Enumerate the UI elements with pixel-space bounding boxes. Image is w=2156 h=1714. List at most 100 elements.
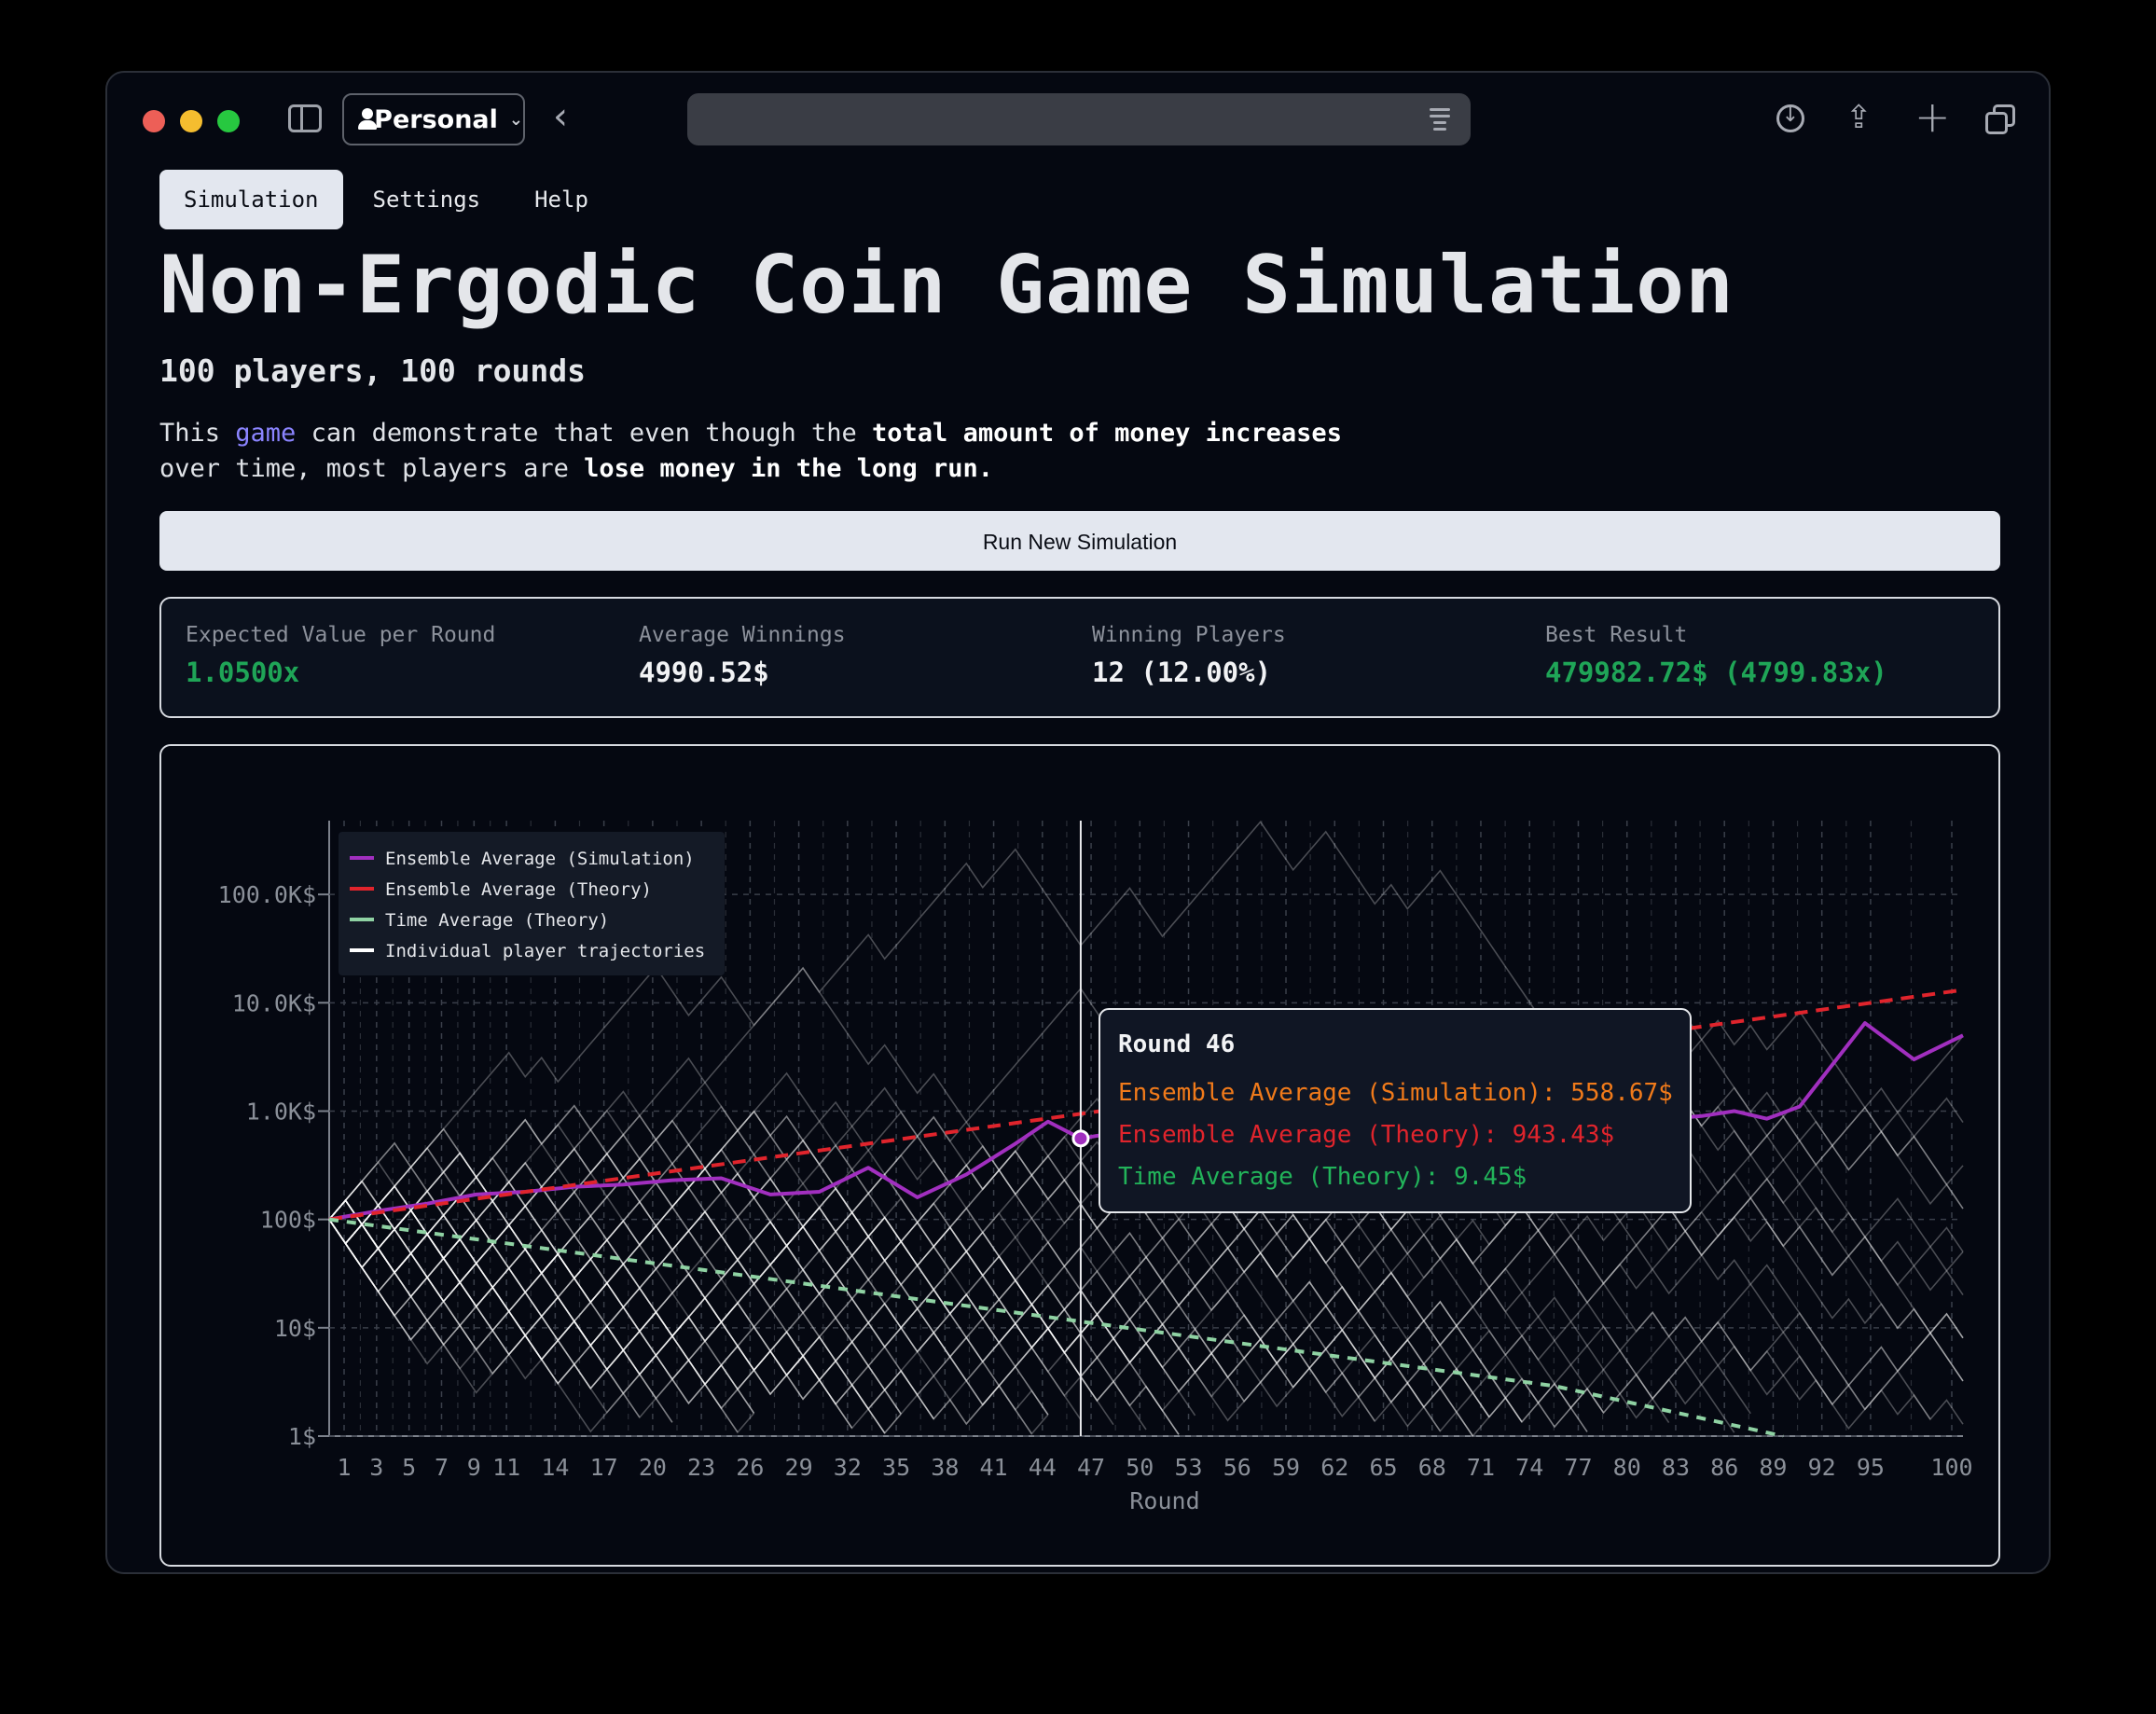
x-tick-label: 62 <box>1320 1454 1348 1481</box>
player-trajectory <box>328 1219 1049 1435</box>
close-window-button[interactable] <box>143 110 165 132</box>
y-tick-label: 10.0K$ <box>232 989 316 1016</box>
x-tick-label: 11 <box>492 1454 520 1481</box>
stat-label: Average Winnings <box>639 623 846 647</box>
y-tick-label: 1$ <box>288 1423 316 1450</box>
profile-label: Personal <box>374 104 498 134</box>
tab-overview-icon[interactable] <box>1985 104 2015 134</box>
x-tick-label: 50 <box>1126 1454 1154 1481</box>
x-tick-label: 89 <box>1759 1454 1787 1481</box>
y-tick-label: 1.0K$ <box>246 1098 316 1125</box>
player-trajectory <box>328 1198 1114 1426</box>
description: This game can demonstrate that even thou… <box>159 416 1390 487</box>
x-tick-label: 77 <box>1564 1454 1592 1481</box>
stat-best-result: Best Result 479982.72$ (4799.83x) <box>1545 623 1887 688</box>
x-tick-label: 65 <box>1369 1454 1397 1481</box>
legend-entry: Time Average (Theory) <box>385 910 609 931</box>
chevron-down-icon: ⌄ <box>508 109 523 130</box>
zoom-window-button[interactable] <box>217 110 240 132</box>
x-tick-label: 41 <box>980 1454 1008 1481</box>
x-tick-label: 7 <box>435 1454 449 1481</box>
reader-mode-icon[interactable] <box>1430 106 1450 132</box>
tooltip-line: Ensemble Average (Simulation): 558.67$ <box>1118 1079 1673 1107</box>
download-icon[interactable] <box>1776 104 1804 132</box>
tooltip-title: Round 46 <box>1118 1030 1235 1058</box>
stat-value: 1.0500x <box>186 657 300 688</box>
x-tick-label: 17 <box>590 1454 618 1481</box>
tab-settings[interactable]: Settings <box>349 170 505 229</box>
desc-text-3: over time, most players are <box>159 454 585 483</box>
stats-panel: Expected Value per Round 1.0500x Average… <box>159 597 2000 718</box>
page-subtitle: 100 players, 100 rounds <box>159 352 586 389</box>
player-trajectory <box>328 1219 1735 1433</box>
legend-entry: Ensemble Average (Theory) <box>385 879 652 900</box>
address-bar[interactable] <box>687 93 1471 145</box>
desc-text-2: can demonstrate that even though the <box>296 419 873 448</box>
sidebar-toggle-icon[interactable] <box>288 104 322 132</box>
legend-entry: Individual player trajectories <box>385 941 705 961</box>
page-title: Non-Ergodic Coin Game Simulation <box>159 239 1734 332</box>
chart-legend: Ensemble Average (Simulation) Ensemble Av… <box>339 832 725 975</box>
x-tick-label: 74 <box>1515 1454 1543 1481</box>
x-tick-label: 29 <box>785 1454 813 1481</box>
x-axis-label: Round <box>1129 1487 1199 1514</box>
chart-tooltip: Round 46 Ensemble Average (Simulation): 5… <box>1099 1008 1692 1213</box>
x-tick-label: 32 <box>834 1454 862 1481</box>
chart-panel: 1 3 5 7 9 11 14 17 20 23 26 29 32 35 38 41 44 47 50 53 56 59 6… <box>159 744 2000 1567</box>
y-tick-label: 10$ <box>274 1315 316 1342</box>
x-tick-label: 86 <box>1710 1454 1738 1481</box>
tooltip-line: Time Average (Theory): 9.45$ <box>1118 1163 1527 1191</box>
x-tick-label: 95 <box>1857 1454 1885 1481</box>
new-tab-icon[interactable]: + <box>1914 91 1951 142</box>
legend-entry: Ensemble Average (Simulation) <box>385 849 695 869</box>
tab-simulation[interactable]: Simulation <box>159 170 343 229</box>
stat-value: 479982.72$ (4799.83x) <box>1545 657 1887 688</box>
player-trajectory <box>328 1198 853 1429</box>
person-icon <box>357 108 378 131</box>
x-tick-label: 35 <box>882 1454 910 1481</box>
x-tick-label: 100 <box>1930 1454 1972 1481</box>
x-tick-label: 83 <box>1662 1454 1690 1481</box>
trajectory-chart[interactable]: 1 3 5 7 9 11 14 17 20 23 26 29 32 35 38 41 44 47 50 53 56 59 6… <box>161 746 1998 1565</box>
x-tick-label: 9 <box>467 1454 481 1481</box>
x-tick-label: 59 <box>1272 1454 1300 1481</box>
stat-winning-players: Winning Players 12 (12.00%) <box>1092 623 1286 688</box>
player-trajectory <box>328 1175 886 1434</box>
x-tick-label: 26 <box>736 1454 764 1481</box>
x-tick-label: 47 <box>1077 1454 1105 1481</box>
x-tick-label: 20 <box>639 1454 667 1481</box>
x-tick-label: 38 <box>931 1454 959 1481</box>
run-simulation-button[interactable]: Run New Simulation <box>159 511 2000 571</box>
minimize-window-button[interactable] <box>180 110 202 132</box>
tab-help[interactable]: Help <box>510 170 613 229</box>
profile-selector[interactable]: Personal ⌄ <box>342 93 525 145</box>
tooltip-line: Ensemble Average (Theory): 943.43$ <box>1118 1121 1614 1149</box>
stat-value: 4990.52$ <box>639 657 769 688</box>
player-trajectory <box>328 1179 1474 1437</box>
browser-window: Personal ⌄ ‹ ⇪ + Simulation Settings Hel… <box>105 71 2051 1574</box>
stat-average-winnings: Average Winnings 4990.52$ <box>639 623 846 688</box>
hover-point <box>1071 1129 1090 1148</box>
x-tick-label: 68 <box>1418 1454 1446 1481</box>
player-trajectory <box>328 1200 853 1429</box>
x-tick-label: 5 <box>402 1454 416 1481</box>
stat-expected-value: Expected Value per Round 1.0500x <box>186 623 495 688</box>
x-tick-label: 1 <box>337 1454 351 1481</box>
x-tick-label: 92 <box>1808 1454 1836 1481</box>
x-tick-label: 44 <box>1029 1454 1057 1481</box>
x-tick-label: 14 <box>541 1454 569 1481</box>
stat-label: Expected Value per Round <box>186 623 496 647</box>
x-tick-label: 56 <box>1223 1454 1251 1481</box>
desc-bold-1: total amount of money increases <box>872 419 1342 448</box>
desc-bold-2: lose money in the long run. <box>584 454 994 483</box>
player-trajectory <box>328 1184 755 1414</box>
game-link[interactable]: game <box>235 419 296 448</box>
player-trajectory <box>328 1190 1490 1423</box>
y-tick-label: 100.0K$ <box>218 881 316 908</box>
stat-label: Winning Players <box>1092 623 1286 647</box>
stat-label: Best Result <box>1545 623 1688 647</box>
back-arrow-icon[interactable]: ‹ <box>553 95 568 138</box>
stat-value: 12 (12.00%) <box>1092 657 1272 688</box>
share-icon[interactable]: ⇪ <box>1845 99 1873 136</box>
main-nav: Simulation Settings Help <box>159 170 618 229</box>
